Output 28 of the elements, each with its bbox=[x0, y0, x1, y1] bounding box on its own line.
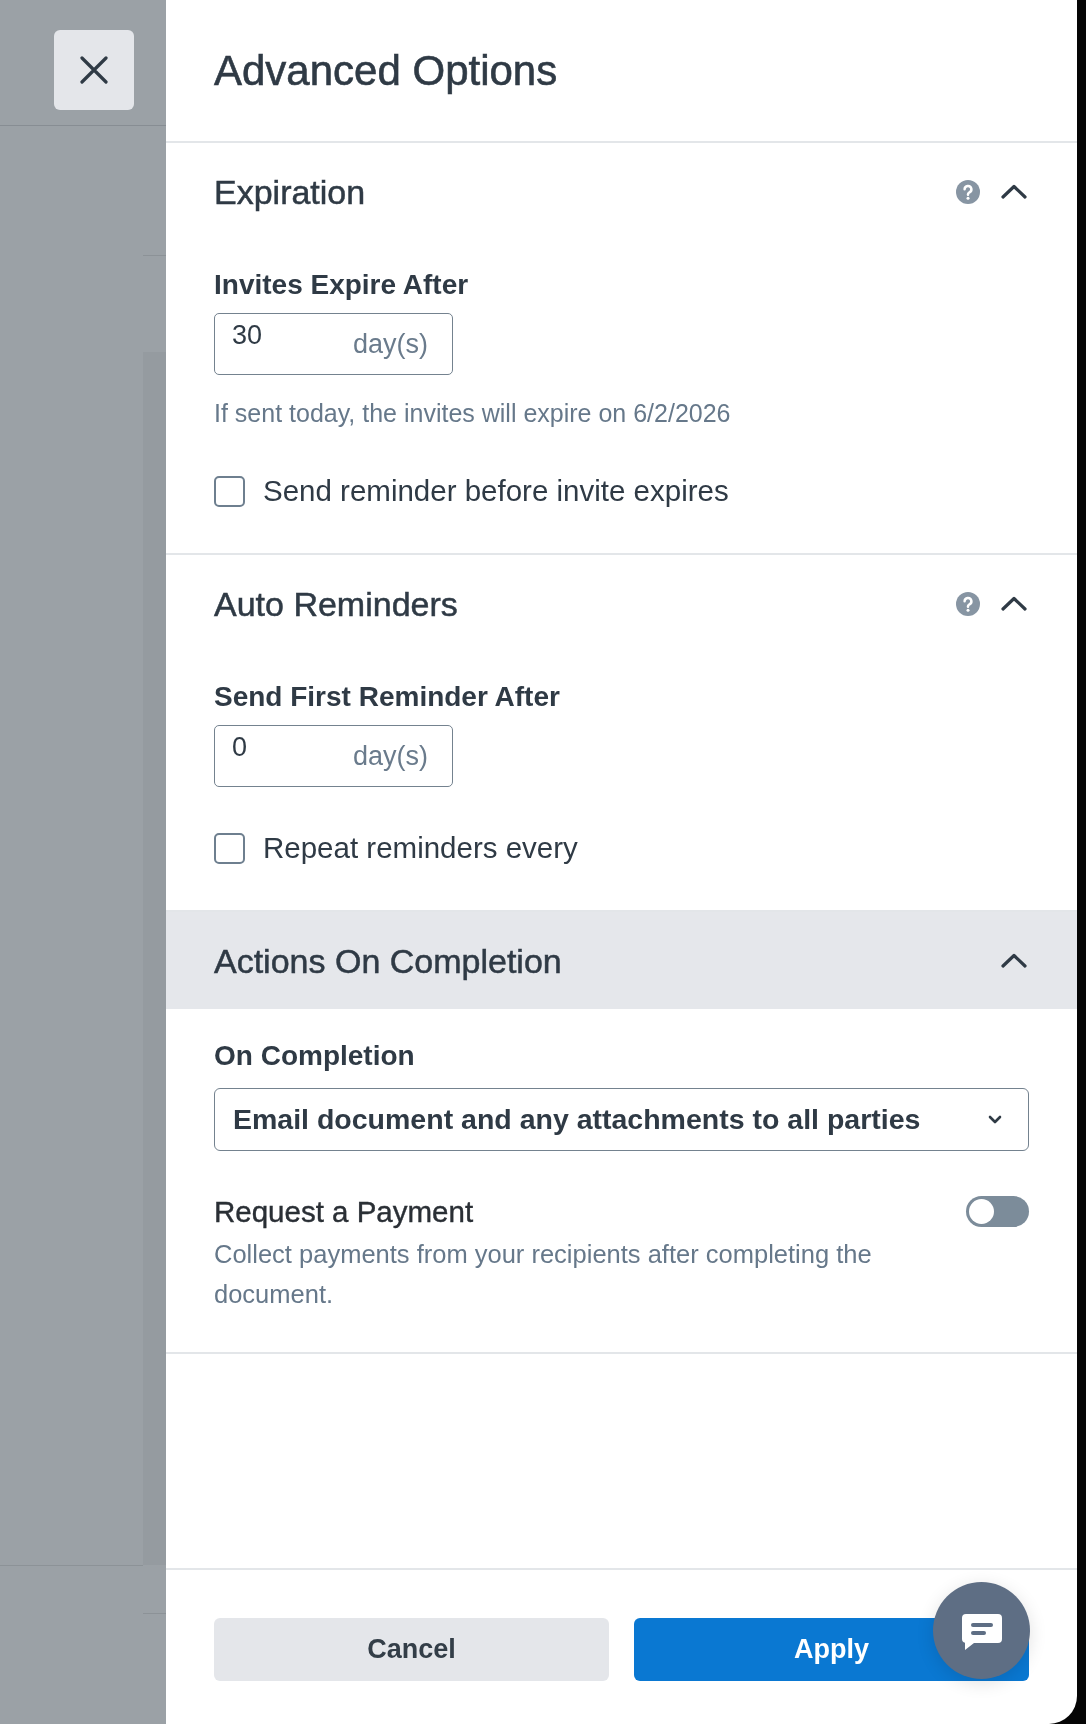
close-icon bbox=[80, 56, 108, 84]
checkbox[interactable] bbox=[214, 832, 245, 864]
chevron-up-icon[interactable] bbox=[1001, 596, 1027, 611]
chevron-up-icon[interactable] bbox=[1001, 953, 1027, 968]
number-field[interactable]: 30 day(s) bbox=[214, 313, 453, 375]
number-field[interactable]: 0 day(s) bbox=[214, 725, 453, 787]
section-title: Expiration bbox=[214, 171, 366, 212]
caret-down-icon bbox=[988, 1115, 1002, 1124]
toggle-description: Collect payments from your recipients after completing the document. bbox=[214, 1239, 873, 1310]
secondary-button[interactable]: Cancel bbox=[214, 1618, 609, 1681]
help-icon[interactable] bbox=[956, 591, 980, 616]
checkbox-label: Repeat reminders every bbox=[263, 831, 578, 865]
field-label: On Completion bbox=[214, 1039, 416, 1073]
hint-text: If sent today, the invites will expire on 6/2/2026 bbox=[214, 398, 732, 428]
panel-title: Advanced Options bbox=[214, 45, 558, 96]
chevron-up-icon[interactable] bbox=[1001, 184, 1027, 199]
field-label: Send First Reminder After bbox=[214, 680, 561, 714]
toggle-label: Request a Payment bbox=[214, 1195, 475, 1229]
checkbox-label: Send reminder before invite expires bbox=[263, 474, 729, 508]
dropdown-select[interactable]: Email document and any attachments to all parties bbox=[214, 1088, 1029, 1151]
close-button[interactable] bbox=[54, 30, 134, 110]
field-label: Invites Expire After bbox=[214, 268, 470, 302]
toggle-switch[interactable] bbox=[966, 1196, 1029, 1227]
checkbox[interactable] bbox=[214, 475, 245, 507]
chat-bubble-icon bbox=[960, 1613, 1003, 1651]
help-icon[interactable] bbox=[956, 179, 980, 204]
section-title: Auto Reminders bbox=[214, 583, 458, 624]
section-title: Actions On Completion bbox=[214, 940, 562, 981]
